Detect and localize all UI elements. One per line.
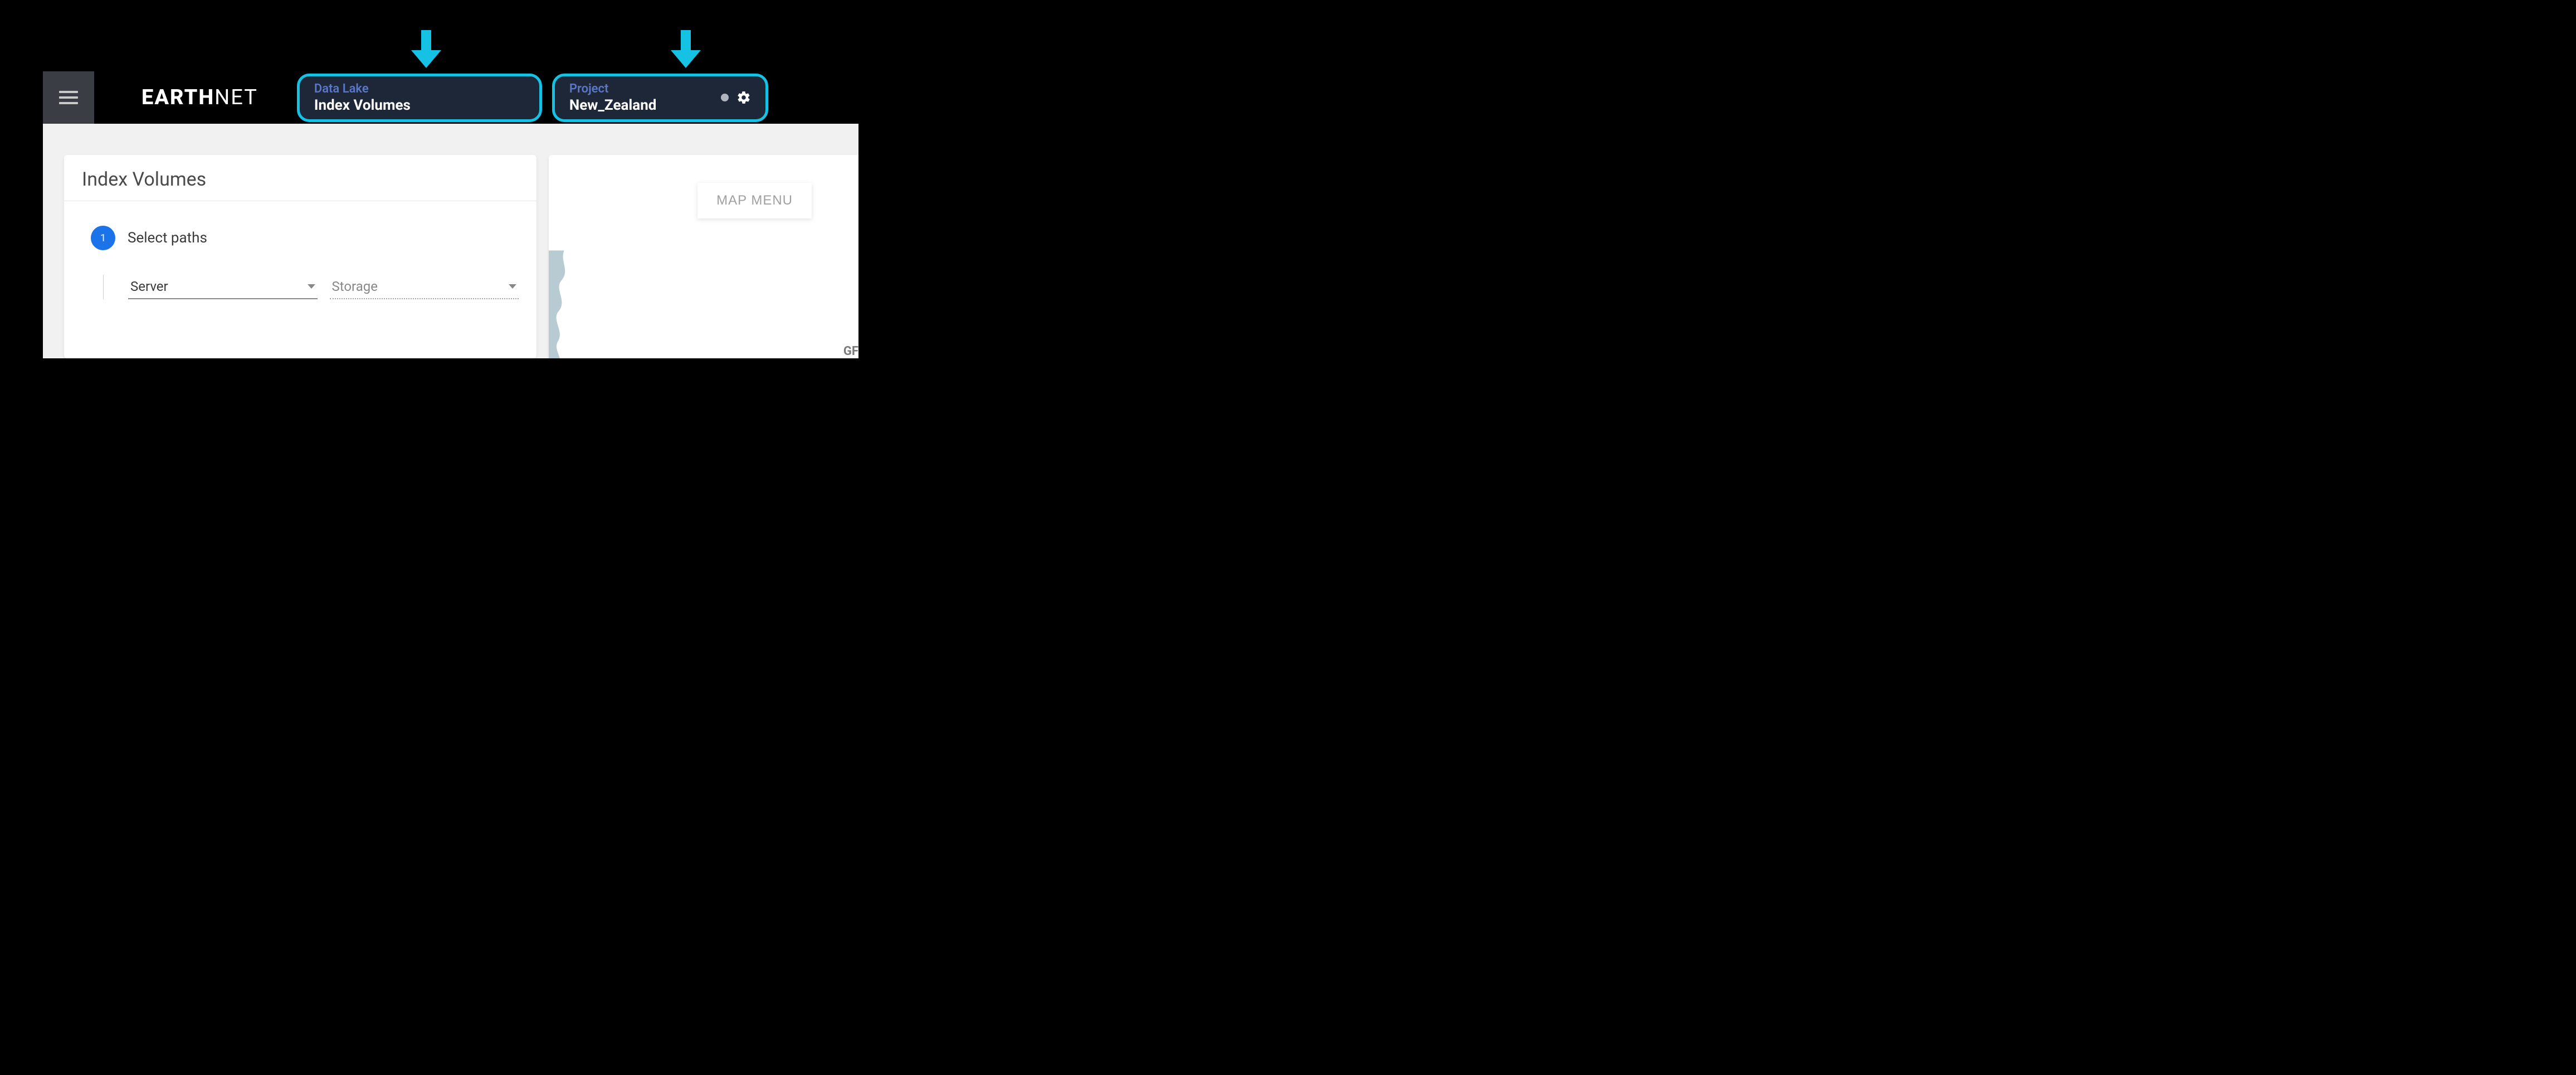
data-lake-value: Index Volumes [314,97,525,114]
project-label: Project [569,82,657,96]
step-number-badge: 1 [91,226,115,250]
attention-arrow-icon [671,30,701,68]
map-panel[interactable]: MAP MENU GF [549,155,858,358]
data-lake-label: Data Lake [314,82,525,96]
logo-light: NET [214,85,258,110]
data-lake-selector[interactable]: Data Lake Index Volumes [297,74,542,122]
hamburger-menu-button[interactable] [43,71,94,124]
chevron-down-icon [308,284,315,289]
gear-icon [736,90,751,105]
index-volumes-card: Index Volumes 1 Select paths Server Stor… [64,155,536,358]
step-label: Select paths [128,230,207,246]
card-title: Index Volumes [82,168,519,191]
map-menu-button[interactable]: MAP MENU [697,183,812,218]
server-select[interactable]: Server [128,275,318,299]
step-1: 1 Select paths [91,226,519,250]
hamburger-icon [59,91,78,104]
top-bar: EARTHNET Data Lake Index Volumes Project… [43,71,858,124]
chevron-down-icon [509,284,516,289]
project-selector[interactable]: Project New_Zealand [552,74,768,122]
storage-select[interactable]: Storage [330,275,519,299]
project-value: New_Zealand [569,97,657,114]
attention-arrow-icon [411,30,441,68]
content-area: Index Volumes 1 Select paths Server Stor… [43,124,858,358]
status-dot-icon [721,94,729,101]
project-settings-button[interactable] [736,90,751,105]
logo: EARTHNET [94,71,297,124]
logo-bold: EARTH [142,85,214,110]
storage-select-label: Storage [332,279,378,294]
map-coastline [549,250,643,358]
server-select-label: Server [130,279,168,294]
map-attribution: GF [843,344,858,358]
